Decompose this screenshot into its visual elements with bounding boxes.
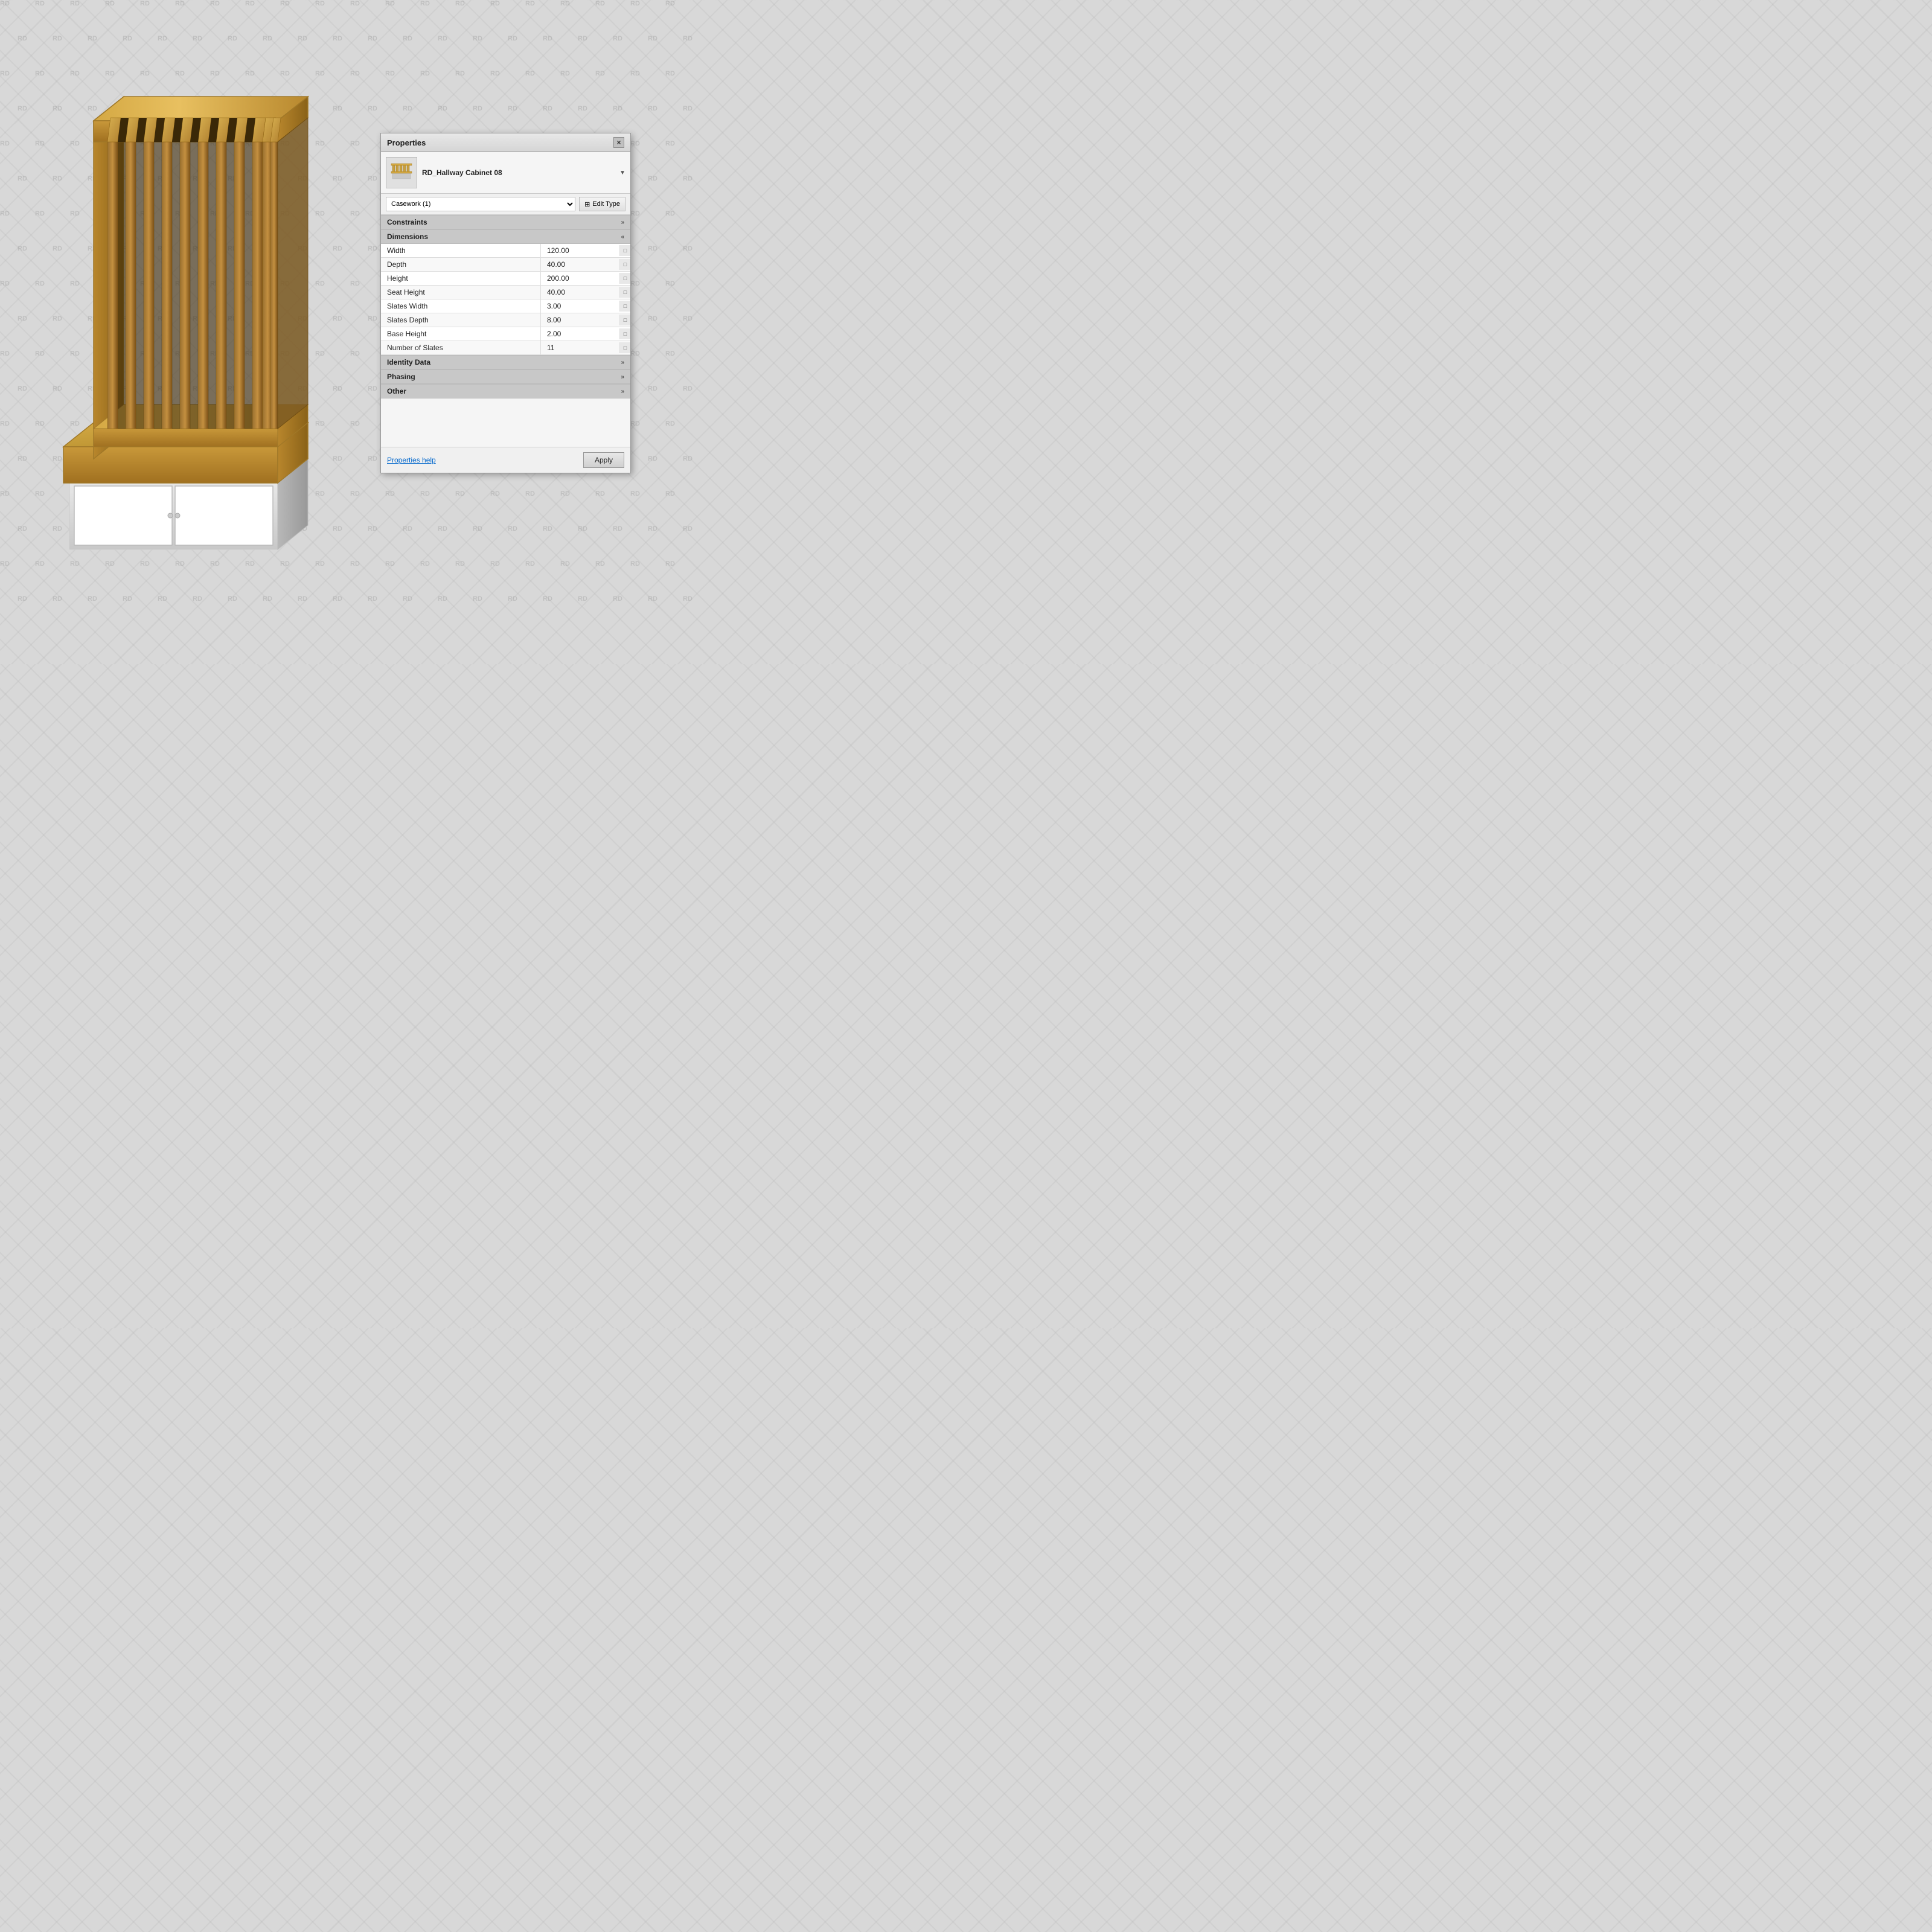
prop-edit-slates-width[interactable]: □ xyxy=(619,301,630,312)
phasing-chevron: » xyxy=(621,374,624,380)
identity-data-chevron: » xyxy=(621,359,624,366)
prop-edit-slates-depth[interactable]: □ xyxy=(619,315,630,325)
prop-value-base-height[interactable]: 2.00 xyxy=(541,327,619,341)
prop-row-width: Width 120.00 □ xyxy=(381,244,630,258)
category-row: Casework (1) ⊞ Edit Type xyxy=(381,194,630,215)
prop-value-depth[interactable]: 40.00 xyxy=(541,258,619,271)
constraints-chevron: » xyxy=(621,219,624,226)
section-other[interactable]: Other » xyxy=(381,384,630,398)
dimensions-chevron: « xyxy=(621,234,624,240)
prop-edit-num-slates[interactable]: □ xyxy=(619,342,630,353)
section-phasing[interactable]: Phasing » xyxy=(381,369,630,384)
section-dimensions[interactable]: Dimensions « xyxy=(381,229,630,244)
prop-edit-height[interactable]: □ xyxy=(619,273,630,284)
other-label: Other xyxy=(387,387,406,395)
item-name: RD_Hallway Cabinet 08 xyxy=(422,168,615,177)
dimensions-label: Dimensions xyxy=(387,232,428,241)
prop-value-num-slates[interactable]: 11 xyxy=(541,341,619,354)
prop-row-num-slates: Number of Slates 11 □ xyxy=(381,341,630,355)
empty-space xyxy=(381,398,630,447)
item-dropdown-arrow[interactable]: ▼ xyxy=(619,170,625,176)
prop-edit-seat-height[interactable]: □ xyxy=(619,287,630,298)
prop-row-base-height: Base Height 2.00 □ xyxy=(381,327,630,341)
panel-footer: Properties help Apply xyxy=(381,447,630,473)
prop-value-height[interactable]: 200.00 xyxy=(541,272,619,285)
prop-label-width: Width xyxy=(381,244,541,257)
prop-value-width[interactable]: 120.00 xyxy=(541,244,619,257)
prop-label-num-slates: Number of Slates xyxy=(381,341,541,354)
phasing-label: Phasing xyxy=(387,373,415,381)
panel-header: RD_Hallway Cabinet 08 ▼ xyxy=(381,152,630,194)
edit-type-button[interactable]: ⊞ Edit Type xyxy=(579,197,625,211)
prop-row-seat-height: Seat Height 40.00 □ xyxy=(381,286,630,299)
prop-value-seat-height[interactable]: 40.00 xyxy=(541,286,619,299)
prop-edit-base-height[interactable]: □ xyxy=(619,328,630,339)
panel-title: Properties xyxy=(387,138,426,147)
item-thumbnail xyxy=(386,157,417,188)
properties-help-link[interactable]: Properties help xyxy=(387,456,436,464)
apply-button[interactable]: Apply xyxy=(583,452,624,468)
properties-list: Width 120.00 □ Depth 40.00 □ Height 200.… xyxy=(381,244,630,355)
other-chevron: » xyxy=(621,388,624,395)
prop-row-height: Height 200.00 □ xyxy=(381,272,630,286)
section-identity-data[interactable]: Identity Data » xyxy=(381,355,630,369)
prop-label-slates-depth: Slates Depth xyxy=(381,313,541,327)
prop-label-slates-width: Slates Width xyxy=(381,299,541,313)
prop-label-depth: Depth xyxy=(381,258,541,271)
category-select[interactable]: Casework (1) xyxy=(386,197,575,211)
prop-row-depth: Depth 40.00 □ xyxy=(381,258,630,272)
constraints-label: Constraints xyxy=(387,218,427,226)
prop-label-height: Height xyxy=(381,272,541,285)
properties-panel: Properties × RD_Hallway Cabinet 08 ▼ Cas… xyxy=(380,133,631,473)
section-constraints[interactable]: Constraints » xyxy=(381,215,630,229)
prop-label-base-height: Base Height xyxy=(381,327,541,341)
prop-label-seat-height: Seat Height xyxy=(381,286,541,299)
close-button[interactable]: × xyxy=(613,137,624,148)
identity-data-label: Identity Data xyxy=(387,358,430,366)
prop-edit-depth[interactable]: □ xyxy=(619,259,630,270)
edit-type-icon: ⊞ xyxy=(584,200,590,208)
prop-value-slates-width[interactable]: 3.00 xyxy=(541,299,619,313)
prop-edit-width[interactable]: □ xyxy=(619,245,630,256)
prop-row-slates-depth: Slates Depth 8.00 □ xyxy=(381,313,630,327)
prop-value-slates-depth[interactable]: 8.00 xyxy=(541,313,619,327)
panel-titlebar: Properties × xyxy=(381,133,630,152)
cabinet-3d-view: (function() { // We'll draw slats using … xyxy=(18,48,356,580)
prop-row-slates-width: Slates Width 3.00 □ xyxy=(381,299,630,313)
